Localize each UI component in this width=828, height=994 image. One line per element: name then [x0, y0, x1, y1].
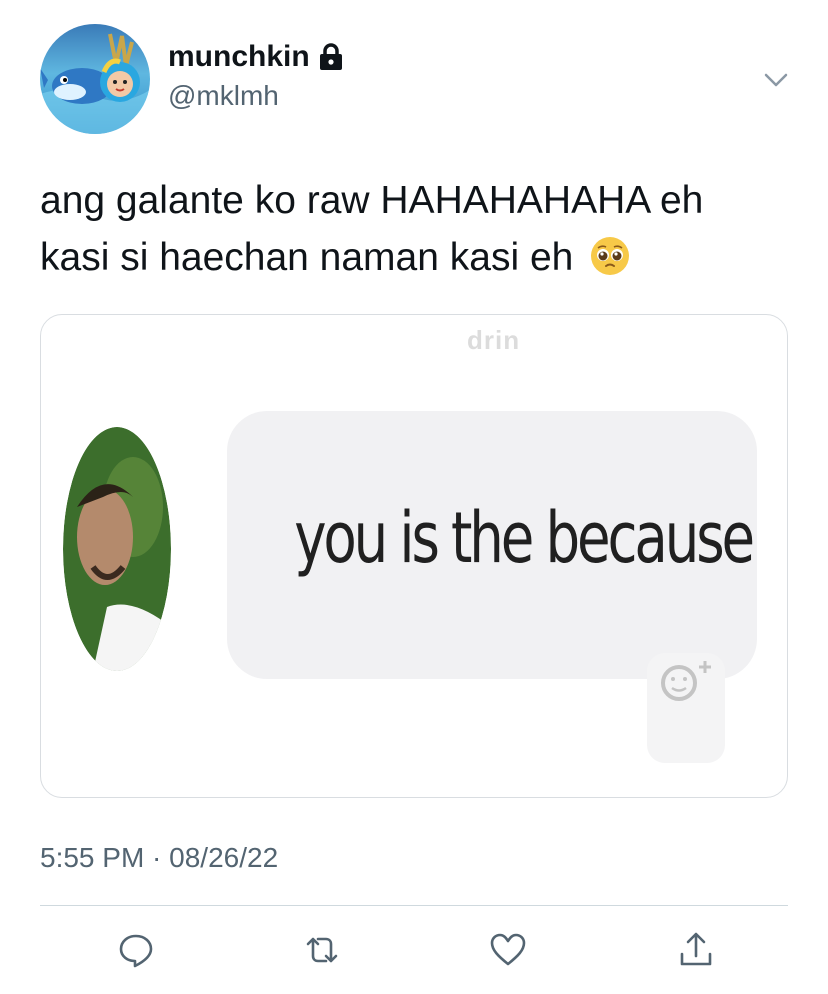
user-handle[interactable]: @mklmh: [168, 80, 279, 112]
chevron-down-icon[interactable]: [762, 66, 790, 94]
tweet-timestamp[interactable]: 5:55 PM · 08/26/22: [40, 842, 278, 874]
avatar[interactable]: [40, 24, 150, 134]
lock-icon: [318, 43, 344, 71]
media-watermark: drin: [467, 325, 521, 355]
tweet-text: ang galante ko raw HAHAHAHAHA eh kasi si…: [40, 172, 800, 286]
media-card[interactable]: drin you is the because: [40, 314, 788, 798]
pleading-face-emoji: [590, 235, 630, 275]
tweet-text-line-1: ang galante ko raw HAHAHAHAHA eh: [40, 179, 704, 222]
retweet-icon[interactable]: [302, 930, 342, 970]
reply-icon[interactable]: [116, 930, 156, 970]
divider: [40, 905, 788, 906]
display-name-text: munchkin: [168, 40, 310, 73]
media-caption: you is the because: [294, 497, 755, 579]
share-icon[interactable]: [676, 930, 716, 970]
media-avatar: [63, 427, 171, 671]
heart-icon[interactable]: [488, 930, 528, 970]
display-name[interactable]: munchkin: [168, 40, 344, 74]
tweet-text-line-2: kasi si haechan naman kasi eh: [40, 236, 574, 279]
add-reaction-icon: [643, 645, 729, 765]
